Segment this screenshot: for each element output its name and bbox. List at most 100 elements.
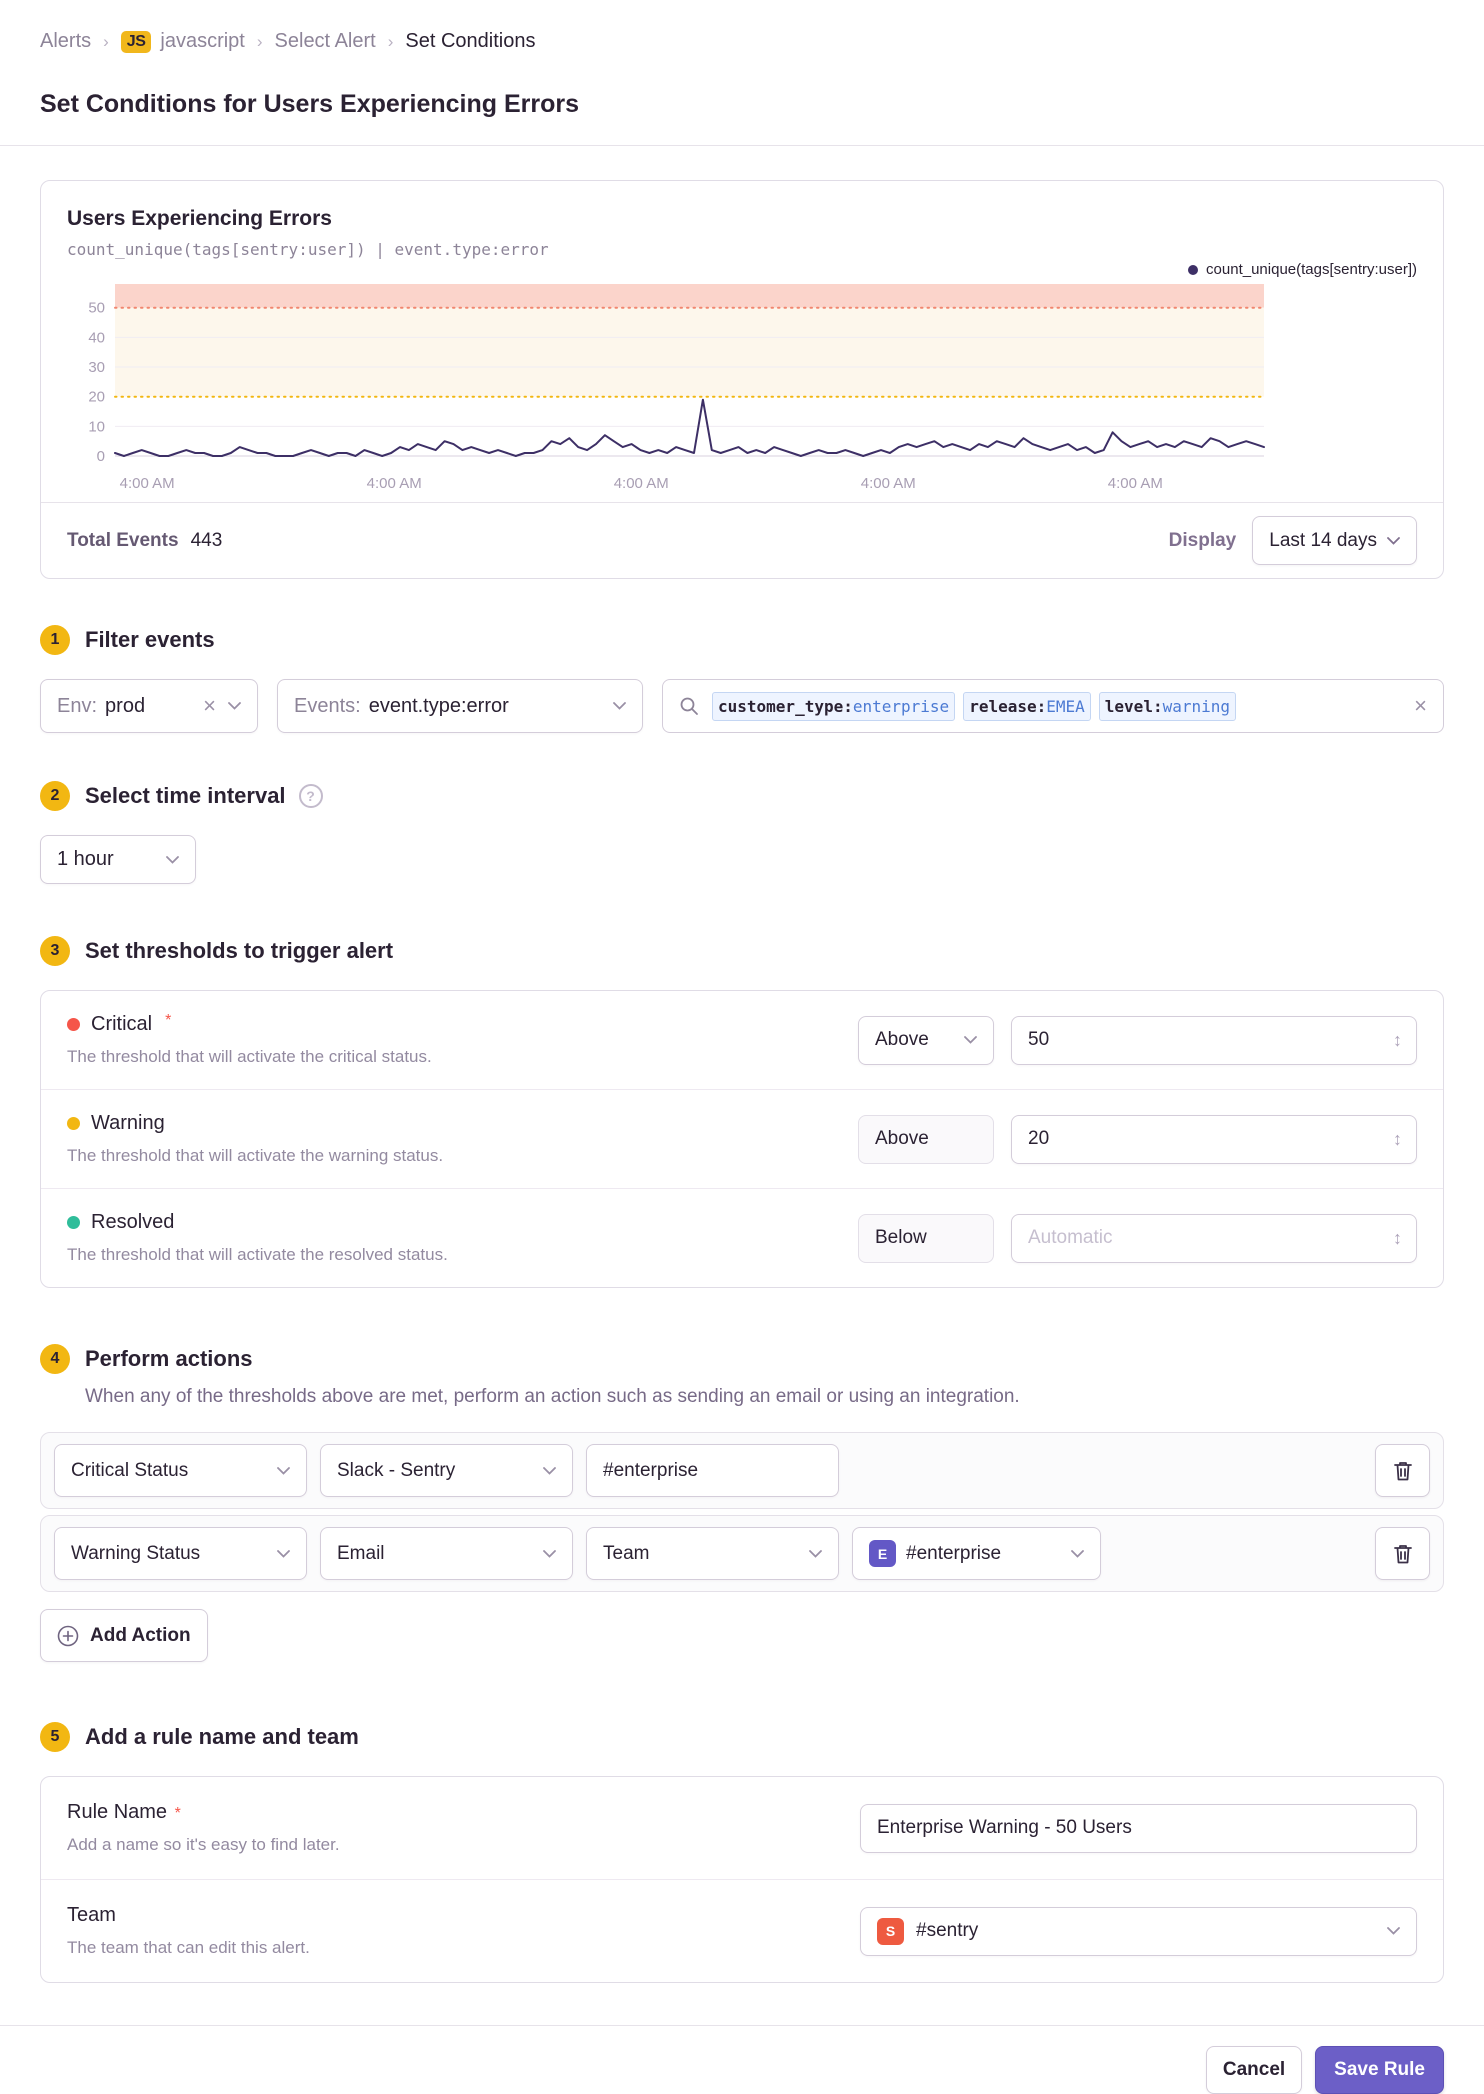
team-value: #sentry (916, 1920, 979, 1941)
resolved-label: Resolved (91, 1211, 175, 1233)
warning-status-dot-icon (67, 1117, 80, 1130)
chevron-down-icon (809, 1549, 822, 1558)
breadcrumb-separator-icon: › (256, 31, 263, 51)
chevron-down-icon (277, 1466, 290, 1475)
rule-name-heading: Add a rule name and team (85, 1724, 359, 1749)
delete-action-button[interactable] (1375, 1444, 1430, 1497)
alert-chart-card: Users Experiencing Errors count_unique(t… (40, 180, 1444, 579)
warning-condition-value: Above (875, 1128, 929, 1149)
action-target-type-select[interactable]: Team (586, 1527, 839, 1580)
section-rule-name: 5 Add a rule name and team (40, 1722, 1444, 1752)
svg-text:4:00 AM: 4:00 AM (367, 475, 422, 492)
resolved-condition-value: Below (875, 1227, 927, 1248)
time-interval-value: 1 hour (57, 848, 114, 870)
rule-name-label: Rule Name (67, 1801, 168, 1823)
breadcrumb-link-alerts[interactable]: Alerts (40, 30, 91, 53)
svg-text:10: 10 (88, 418, 105, 435)
stepper-icon[interactable]: ↕ (1393, 1030, 1402, 1051)
token-key: customer_type: (718, 696, 853, 716)
cancel-button[interactable]: Cancel (1205, 2046, 1303, 2094)
chevron-down-icon (964, 1036, 977, 1044)
clear-environment-icon[interactable]: × (203, 695, 216, 717)
perform-actions-description: When any of the thresholds above are met… (85, 1386, 1020, 1407)
javascript-project-badge: JS (120, 30, 152, 53)
event-type-select[interactable]: Events: event.type:error (277, 679, 643, 733)
step-badge-3: 3 (40, 936, 70, 966)
environment-label: Env: (57, 694, 98, 717)
section-thresholds: 3 Set thresholds to trigger alert (40, 936, 1444, 966)
action-row-warning: Warning Status Email Team E #enterprise (40, 1515, 1444, 1592)
breadcrumb-link-select-alert[interactable]: Select Alert (275, 30, 376, 53)
filter-events-heading: Filter events (85, 627, 215, 652)
chart-legend: count_unique(tags[sentry:user]) (41, 259, 1443, 278)
help-icon[interactable]: ? (298, 784, 323, 808)
delete-action-button[interactable] (1375, 1527, 1430, 1580)
chevron-down-icon (166, 855, 179, 864)
rule-name-row: Rule Name * Add a name so it's easy to f… (41, 1777, 1443, 1879)
header-divider (0, 145, 1484, 146)
section-filter-events: 1 Filter events (40, 625, 1444, 655)
search-token-list: customer_type:enterprise release:EMEA le… (712, 691, 1237, 721)
team-avatar-badge: E (869, 1540, 896, 1567)
required-asterisk: * (165, 1011, 172, 1029)
action-status-select[interactable]: Critical Status (54, 1444, 307, 1497)
stepper-icon[interactable]: ↕ (1393, 1129, 1402, 1150)
chart-title: Users Experiencing Errors (67, 207, 332, 230)
stepper-icon[interactable]: ↕ (1393, 1228, 1402, 1249)
chevron-down-icon (543, 1549, 556, 1558)
critical-description: The threshold that will activate the cri… (67, 1047, 432, 1066)
team-avatar-badge: S (877, 1917, 904, 1945)
warning-label: Warning (91, 1112, 165, 1134)
required-asterisk: * (174, 1805, 181, 1822)
chevron-down-icon (228, 702, 241, 710)
search-input[interactable]: customer_type:enterprise release:EMEA le… (662, 679, 1444, 733)
chevron-down-icon (1387, 1927, 1400, 1935)
team-select[interactable]: S #sentry (860, 1906, 1417, 1956)
time-interval-select[interactable]: 1 hour (40, 835, 196, 884)
warning-condition-select: Above (858, 1114, 994, 1164)
trash-icon (1393, 1461, 1412, 1480)
resolved-value-input[interactable] (1026, 1226, 1385, 1250)
breadcrumb-separator-icon: › (387, 31, 394, 51)
action-team-select[interactable]: E #enterprise (852, 1527, 1101, 1580)
display-range-button[interactable]: Last 14 days (1252, 516, 1417, 565)
chevron-down-icon (613, 702, 626, 710)
breadcrumb: Alerts › JS javascript › Select Alert › … (0, 0, 1484, 119)
section-time-interval: 2 Select time interval ? (40, 781, 1444, 811)
critical-value-input[interactable] (1026, 1028, 1385, 1052)
action-service-select[interactable]: Email (320, 1527, 573, 1580)
breadcrumb-link-project[interactable]: JS javascript (120, 30, 245, 53)
action-channel-input[interactable]: #enterprise (586, 1444, 839, 1497)
svg-text:4:00 AM: 4:00 AM (120, 475, 175, 492)
event-type-value: event.type:error (368, 694, 509, 717)
legend-label: count_unique(tags[sentry:user]) (1206, 261, 1417, 278)
rule-card: Rule Name * Add a name so it's easy to f… (40, 1776, 1444, 1983)
critical-status-dot-icon (67, 1018, 80, 1031)
token-key: release: (969, 696, 1047, 716)
action-status-value: Warning Status (71, 1542, 201, 1564)
action-service-select[interactable]: Slack - Sentry (320, 1444, 573, 1497)
resolved-description: The threshold that will activate the res… (67, 1245, 448, 1264)
token-value: EMEA (1046, 696, 1085, 716)
action-target-type-value: Team (603, 1542, 650, 1564)
action-status-select[interactable]: Warning Status (54, 1527, 307, 1580)
svg-text:4:00 AM: 4:00 AM (614, 475, 669, 492)
rule-name-input[interactable] (860, 1803, 1417, 1853)
clear-search-icon[interactable]: × (1414, 695, 1427, 717)
team-row: Team The team that can edit this alert. … (41, 1879, 1443, 1982)
svg-text:4:00 AM: 4:00 AM (1108, 475, 1163, 492)
svg-text:4:00 AM: 4:00 AM (861, 475, 916, 492)
warning-threshold-row: Warning The threshold that will activate… (41, 1089, 1443, 1188)
critical-condition-select[interactable]: Above (858, 1015, 994, 1065)
thresholds-heading: Set thresholds to trigger alert (85, 938, 394, 963)
display-label: Display (1168, 529, 1237, 551)
critical-label: Critical (91, 1013, 153, 1035)
total-events-label: Total Events (67, 529, 179, 551)
critical-threshold-row: Critical * The threshold that will activ… (41, 991, 1443, 1089)
add-action-button[interactable]: Add Action (40, 1609, 208, 1662)
total-events-value: 443 (190, 529, 223, 551)
environment-select[interactable]: Env: prod × (40, 679, 258, 733)
save-rule-button[interactable]: Save Rule (1315, 2046, 1444, 2094)
warning-value-input[interactable] (1026, 1127, 1385, 1151)
chart-query-subtitle: count_unique(tags[sentry:user]) | event.… (67, 240, 549, 259)
